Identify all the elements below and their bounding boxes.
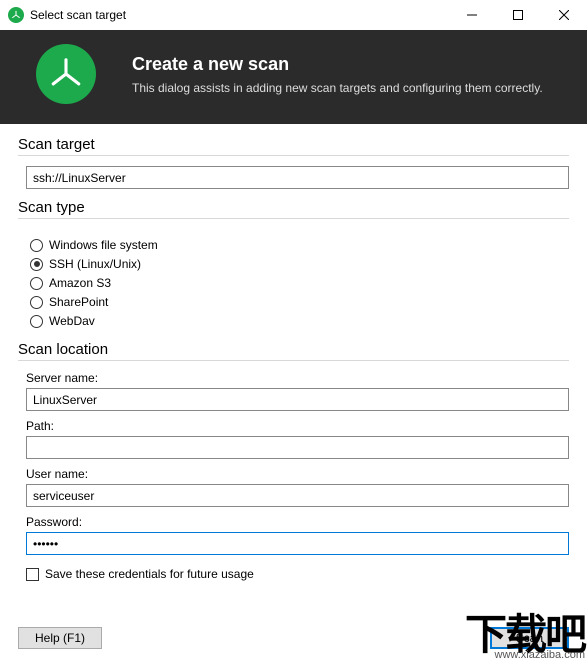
radio-label: WebDav [49, 314, 95, 328]
maximize-button[interactable] [495, 0, 541, 30]
radio-label: Amazon S3 [49, 276, 111, 290]
password-label: Password: [26, 515, 569, 529]
radio-icon [30, 315, 43, 328]
watermark-url: www.xiazaiba.com [465, 649, 585, 661]
header-logo-icon [36, 44, 96, 104]
header-title: Create a new scan [132, 54, 543, 75]
dialog-footer: Help (F1) Scan [18, 627, 569, 649]
radio-sharepoint[interactable]: SharePoint [30, 295, 569, 309]
radio-label: Windows file system [49, 238, 158, 252]
scan-type-group: Windows file system SSH (Linux/Unix) Ama… [18, 229, 569, 341]
close-icon [559, 10, 569, 20]
scan-button[interactable]: Scan [490, 627, 569, 649]
help-button[interactable]: Help (F1) [18, 627, 102, 649]
app-logo-icon [8, 7, 24, 23]
radio-icon [30, 239, 43, 252]
radio-icon [30, 277, 43, 290]
header-subtitle: This dialog assists in adding new scan t… [132, 81, 543, 95]
radio-ssh[interactable]: SSH (Linux/Unix) [30, 257, 569, 271]
divider [18, 155, 569, 156]
divider [18, 360, 569, 361]
radio-label: SSH (Linux/Unix) [49, 257, 141, 271]
radio-icon [30, 296, 43, 309]
server-name-input[interactable] [26, 388, 569, 411]
window-title: Select scan target [30, 8, 126, 22]
dialog-header: Create a new scan This dialog assists in… [0, 30, 587, 124]
radio-amazon-s3[interactable]: Amazon S3 [30, 276, 569, 290]
scan-target-input[interactable] [26, 166, 569, 189]
radio-icon [30, 258, 43, 271]
user-name-input[interactable] [26, 484, 569, 507]
minimize-icon [467, 10, 477, 20]
path-input[interactable] [26, 436, 569, 459]
radio-label: SharePoint [49, 295, 108, 309]
server-name-label: Server name: [26, 371, 569, 385]
radio-webdav[interactable]: WebDav [30, 314, 569, 328]
scan-type-heading: Scan type [18, 199, 569, 216]
titlebar: Select scan target [0, 0, 587, 30]
divider [18, 218, 569, 219]
maximize-icon [513, 10, 523, 20]
checkbox-label: Save these credentials for future usage [45, 567, 254, 581]
scan-location-heading: Scan location [18, 341, 569, 358]
save-credentials-checkbox[interactable]: Save these credentials for future usage [18, 567, 569, 581]
minimize-button[interactable] [449, 0, 495, 30]
radio-windows-file-system[interactable]: Windows file system [30, 238, 569, 252]
path-label: Path: [26, 419, 569, 433]
user-name-label: User name: [26, 467, 569, 481]
checkbox-icon [26, 568, 39, 581]
scan-target-heading: Scan target [18, 136, 569, 153]
window-controls [449, 0, 587, 30]
password-input[interactable] [26, 532, 569, 555]
close-button[interactable] [541, 0, 587, 30]
